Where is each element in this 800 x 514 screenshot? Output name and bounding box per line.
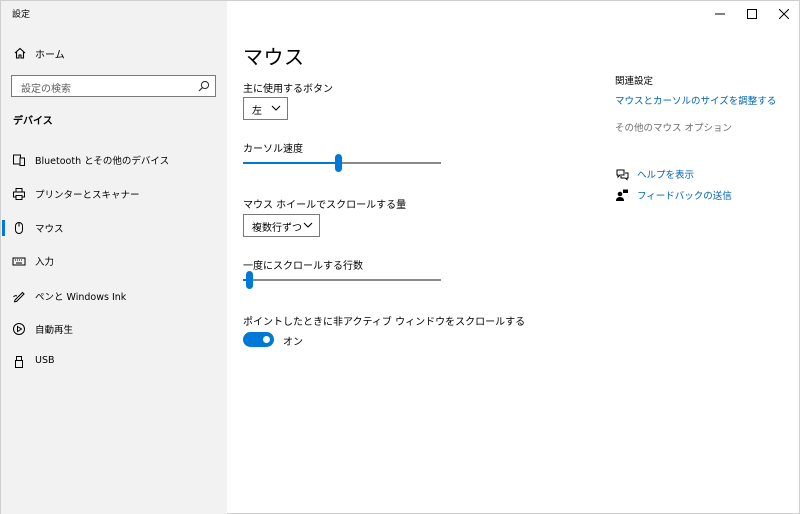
- related-settings-title: 関連設定: [615, 76, 654, 87]
- close-icon: [779, 9, 789, 19]
- autoplay-icon: [13, 323, 25, 335]
- sidebar-item-label: Bluetooth とその他のデバイス: [35, 156, 170, 167]
- sidebar-item-label: ペンと Windows Ink: [35, 292, 127, 303]
- search-input[interactable]: 設定の検索: [11, 75, 216, 97]
- keyboard-icon: [12, 257, 26, 266]
- wheel-scroll-dropdown[interactable]: 複数行ずつ: [243, 214, 320, 237]
- maximize-button[interactable]: [735, 1, 769, 27]
- other-mouse-options-link[interactable]: その他のマウス オプション: [615, 120, 732, 134]
- settings-window: 設定 ホーム 設定の検索 デバイス Bluetooth とその他のデバイス プリ…: [0, 0, 800, 514]
- mouse-cursor-size-link[interactable]: マウスとカーソルのサイズを調整する: [615, 93, 776, 107]
- app-title: 設定: [12, 10, 31, 20]
- sidebar-item-label: マウス: [35, 224, 64, 235]
- close-button[interactable]: [767, 1, 800, 27]
- sidebar-item-label: 自動再生: [35, 325, 74, 336]
- bluetooth-devices-icon: [13, 154, 25, 166]
- sidebar-item-home[interactable]: ホーム: [1, 39, 227, 67]
- maximize-icon: [747, 9, 757, 19]
- lines-per-scroll-slider[interactable]: [243, 270, 441, 290]
- search-placeholder: 設定の検索: [21, 84, 71, 95]
- primary-button-dropdown[interactable]: 左: [243, 97, 288, 120]
- minimize-button[interactable]: [703, 1, 737, 27]
- slider-track: [243, 279, 441, 281]
- wheel-scroll-value: 複数行ずつ: [252, 223, 302, 234]
- pen-icon: [13, 291, 25, 303]
- sidebar-item-mouse[interactable]: マウス: [1, 213, 227, 243]
- sidebar-item-label: プリンターとスキャナー: [35, 190, 140, 201]
- toggle-knob: [263, 336, 270, 343]
- slider-fill: [243, 162, 338, 164]
- sidebar-item-typing[interactable]: 入力: [1, 246, 227, 276]
- sidebar-item-usb[interactable]: USB: [1, 347, 227, 377]
- search-icon[interactable]: [197, 79, 211, 93]
- sidebar-item-label: 入力: [35, 257, 55, 268]
- primary-button-label: 主に使用するボタン: [243, 84, 333, 95]
- chevron-down-icon: [303, 222, 313, 228]
- minimize-icon: [715, 13, 725, 15]
- printer-icon: [13, 188, 25, 200]
- chevron-down-icon: [271, 105, 281, 111]
- home-label: ホーム: [35, 50, 65, 61]
- inactive-scroll-toggle[interactable]: [243, 332, 274, 347]
- sidebar-item-printers[interactable]: プリンターとスキャナー: [1, 179, 227, 209]
- help-icon: [616, 169, 629, 181]
- cursor-speed-slider[interactable]: [243, 153, 441, 173]
- feedback-icon: [616, 189, 628, 201]
- inactive-scroll-label: ポイントしたときに非アクティブ ウィンドウをスクロールする: [243, 317, 526, 328]
- page-title: マウス: [243, 45, 305, 69]
- mouse-icon: [15, 222, 23, 234]
- sidebar-item-bluetooth[interactable]: Bluetooth とその他のデバイス: [1, 145, 227, 175]
- feedback-link[interactable]: フィードバックの送信: [637, 188, 732, 202]
- sidebar-item-autoplay[interactable]: 自動再生: [1, 314, 227, 344]
- usb-icon: [15, 356, 23, 368]
- sidebar: 設定 ホーム 設定の検索 デバイス Bluetooth とその他のデバイス プリ…: [1, 1, 227, 514]
- wheel-scroll-label: マウス ホイールでスクロールする量: [243, 200, 407, 211]
- primary-button-value: 左: [252, 106, 262, 117]
- slider-thumb[interactable]: [335, 154, 342, 172]
- home-icon: [14, 47, 26, 59]
- sidebar-item-pen[interactable]: ペンと Windows Ink: [1, 281, 227, 311]
- slider-thumb[interactable]: [246, 271, 253, 289]
- toggle-state-text: オン: [283, 337, 303, 348]
- selection-indicator: [2, 220, 5, 236]
- sidebar-item-label: USB: [35, 355, 55, 366]
- help-link[interactable]: ヘルプを表示: [637, 167, 694, 181]
- section-title: デバイス: [13, 116, 53, 127]
